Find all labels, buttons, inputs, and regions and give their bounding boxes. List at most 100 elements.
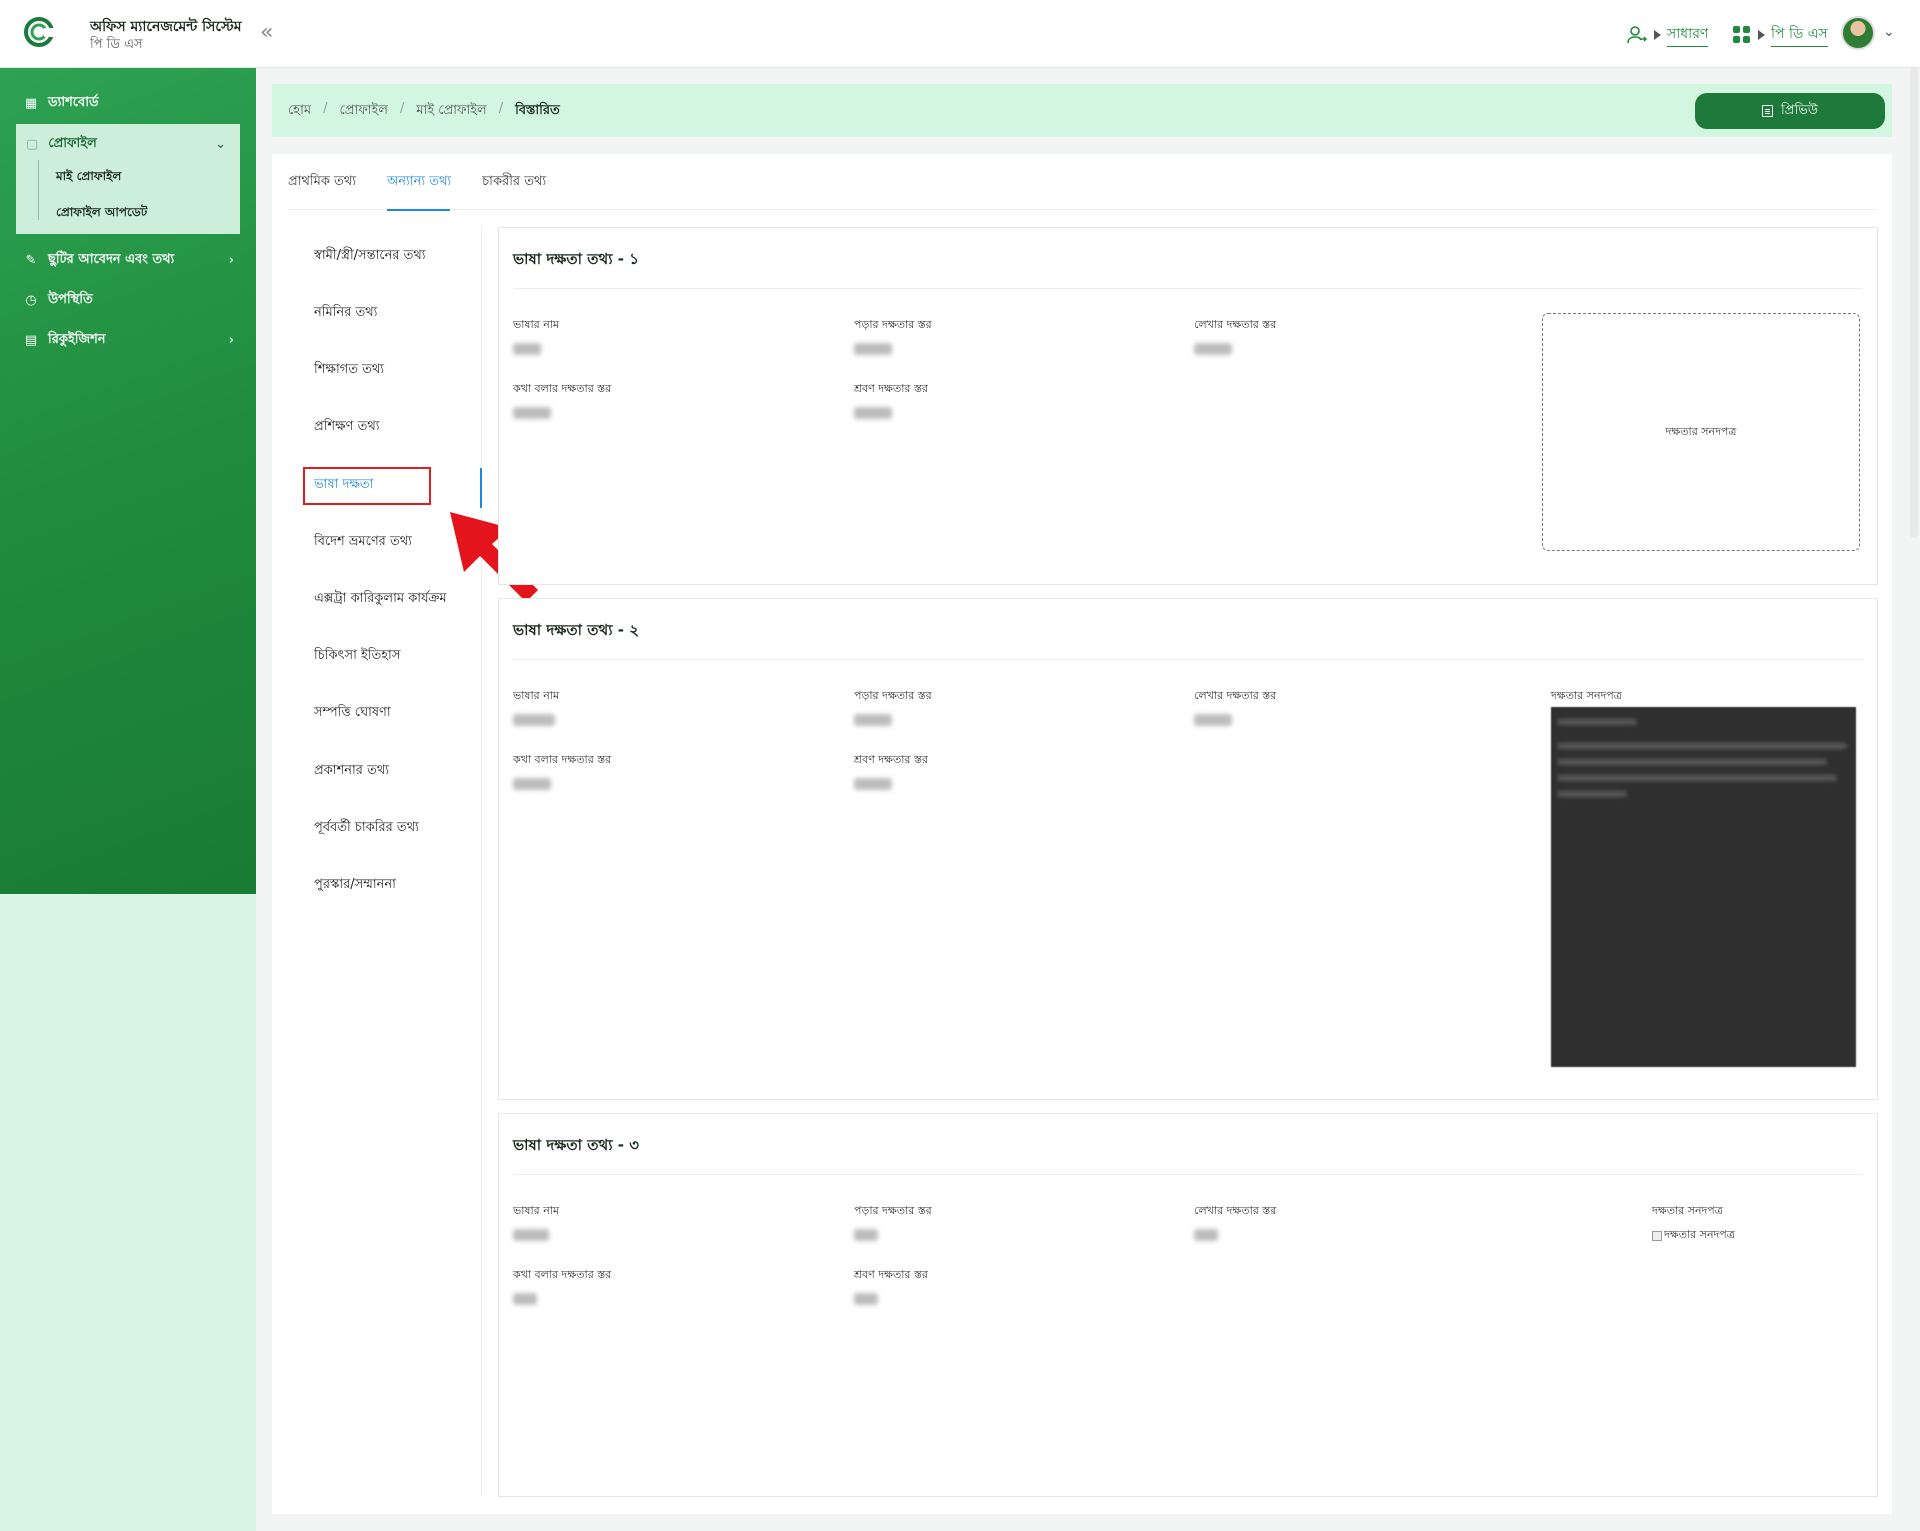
caret-right-icon	[1758, 29, 1765, 40]
redacted-value	[1194, 343, 1232, 355]
field-label-speaking: কথা বলার দক্ষতার স্তর	[513, 382, 612, 395]
redacted-value	[1194, 714, 1232, 726]
sidebar-item-requisition[interactable]: ▤ রিকুইজিশন ›	[24, 330, 234, 351]
chevron-down-icon: ⌄	[215, 137, 226, 152]
section-nav-item[interactable]: পুরস্কার/সম্মাননা	[314, 875, 396, 896]
sidebar-item-label: রিকুইজিশন	[48, 332, 106, 347]
section-nav-item[interactable]: শিক্ষাগত তথ্য	[314, 360, 384, 381]
divider	[513, 659, 1863, 660]
clock-icon: ◷	[25, 292, 37, 308]
role-switcher[interactable]: সাধারণ	[1626, 22, 1709, 47]
preview-button[interactable]: প্রিভিউ	[1695, 93, 1885, 129]
certificate-broken-image[interactable]: দক্ষতার সনদপত্র	[1652, 1226, 1735, 1245]
section-nav-item[interactable]: প্রশিক্ষণ তথ্য	[314, 417, 380, 438]
section-nav-item[interactable]: সম্পত্তি ঘোষণা	[314, 703, 391, 724]
sidebar-item-profile-update[interactable]: প্রোফাইল আপডেট	[56, 204, 147, 224]
card-title: ভাষা দক্ষতা তথ্য - ১	[513, 250, 639, 268]
field-label-reading: পড়ার দক্ষতার স্তর	[854, 318, 932, 331]
sidebar-item-label: ছুটির আবেদন এবং তথ্য	[48, 252, 175, 267]
highlight-box	[303, 467, 431, 505]
section-nav: স্বামী/স্ত্রী/সন্তানের তথ্য নমিনির তথ্য …	[288, 226, 482, 1496]
redacted-value	[854, 1229, 878, 1241]
tab-basic-info[interactable]: প্রাথমিক তথ্য	[288, 154, 371, 210]
section-nav-item[interactable]: স্বামী/স্ত্রী/সন্তানের তথ্য	[314, 246, 426, 267]
sidebar-item-label: ড্যাশবোর্ড	[48, 95, 99, 110]
redacted-value	[854, 1293, 878, 1305]
breadcrumb-bar: হোম / প্রোফাইল / মাই প্রোফাইল / বিস্তারি…	[272, 84, 1892, 137]
sidebar: ▦ ড্যাশবোর্ড ▢ প্রোফাইল ⌄ মাই প্রোফাইল প…	[0, 68, 256, 894]
language-card: ভাষা দক্ষতা তথ্য - ৩ ভাষার নাম পড়ার দক্…	[498, 1113, 1878, 1497]
tab-other-info[interactable]: অন্যান্য তথ্য	[387, 154, 466, 211]
language-card: ভাষা দক্ষতা তথ্য - ২ ভাষার নাম পড়ার দক্…	[498, 598, 1878, 1100]
chevron-right-icon: ›	[228, 253, 234, 268]
sidebar-background	[0, 894, 256, 1531]
section-nav-item[interactable]: পূর্ববর্তী চাকরির তথ্য	[314, 818, 419, 839]
field-label-speaking: কথা বলার দক্ষতার স্তর	[513, 1268, 612, 1281]
module-switcher[interactable]: পি ডি এস	[1732, 22, 1828, 47]
breadcrumb-my-profile[interactable]: মাই প্রোফাইল	[416, 101, 486, 122]
top-header: অফিস ম্যানেজমেন্ট সিস্টেম পি ডি এস « সাধ…	[0, 0, 1920, 68]
tree-line	[38, 160, 39, 220]
profile-icon: ▢	[26, 137, 39, 152]
breadcrumb-profile[interactable]: প্রোফাইল	[339, 101, 387, 122]
certificate-placeholder[interactable]: দক্ষতার সনদপত্র	[1542, 313, 1860, 551]
field-label-listening: শ্রবণ দক্ষতার স্তর	[854, 1268, 928, 1281]
section-nav-item[interactable]: নমিনির তথ্য	[314, 303, 377, 324]
breadcrumb-home[interactable]: হোম	[288, 101, 311, 122]
section-nav-item[interactable]: এক্সট্রা কারিকুলাম কার্যক্রম	[314, 589, 447, 610]
dashboard-icon: ▦	[24, 95, 38, 111]
app-subtitle: পি ডি এস	[90, 37, 143, 52]
module-link[interactable]: পি ডি এস	[1771, 22, 1828, 47]
broken-image-icon	[1652, 1230, 1662, 1241]
sidebar-item-attendance[interactable]: ◷ উপস্থিতি	[24, 290, 234, 311]
page-scrollbar[interactable]	[1910, 68, 1918, 538]
card-title: ভাষা দক্ষতা তথ্য - ৩	[513, 1136, 639, 1154]
field-label-reading: পড়ার দক্ষতার স্তর	[854, 1204, 932, 1217]
certificate-placeholder-label: দক্ষতার সনদপত্র	[1665, 424, 1737, 438]
section-nav-item[interactable]: প্রকাশনার তথ্য	[314, 761, 389, 782]
tab-job-info[interactable]: চাকরীর তথ্য	[482, 154, 561, 210]
chevron-down-icon[interactable]: ⌄	[1883, 24, 1895, 40]
redacted-value	[513, 778, 551, 790]
certificate-label: দক্ষতার সনদপত্র	[1551, 689, 1622, 702]
sidebar-group-profile: ▢ প্রোফাইল ⌄ মাই প্রোফাইল প্রোফাইল আপডেট	[16, 124, 240, 234]
redacted-value	[854, 778, 892, 790]
field-label-writing: লেখার দক্ষতার স্তর	[1194, 318, 1277, 331]
document-icon	[1762, 105, 1774, 117]
breadcrumb: হোম / প্রোফাইল / মাই প্রোফাইল / বিস্তারি…	[288, 101, 560, 122]
apps-grid-icon	[1733, 25, 1750, 43]
divider	[513, 288, 1863, 289]
requisition-icon: ▤	[24, 332, 38, 348]
sidebar-item-leave[interactable]: ✎ ছুটির আবেদন এবং তথ্য ›	[24, 250, 234, 271]
sidebar-item-dashboard[interactable]: ▦ ড্যাশবোর্ড	[24, 93, 234, 114]
field-label-listening: শ্রবণ দক্ষতার স্তর	[854, 753, 928, 766]
field-label-language: ভাষার নাম	[513, 1204, 560, 1217]
collapse-sidebar-icon[interactable]: «	[260, 20, 273, 45]
section-nav-item[interactable]: বিদেশ ভ্রমণের তথ্য	[314, 532, 412, 553]
field-label-writing: লেখার দক্ষতার স্তর	[1194, 1204, 1277, 1217]
redacted-value	[854, 343, 892, 355]
avatar[interactable]	[1841, 16, 1875, 50]
certificate-image[interactable]	[1551, 707, 1856, 1067]
redacted-value	[1194, 1229, 1218, 1241]
field-label-listening: শ্রবণ দক্ষতার স্তর	[854, 382, 928, 395]
role-link[interactable]: সাধারণ	[1667, 22, 1709, 47]
sidebar-item-label: প্রোফাইল	[48, 136, 97, 151]
breadcrumb-separator: /	[323, 101, 328, 116]
redacted-value	[854, 714, 892, 726]
chevron-right-icon: ›	[228, 333, 234, 348]
tab-bar: প্রাথমিক তথ্য অন্যান্য তথ্য চাকরীর তথ্য	[288, 154, 1878, 211]
breadcrumb-current: বিস্তারিত	[515, 103, 560, 118]
sidebar-item-profile[interactable]: ▢ প্রোফাইল ⌄	[26, 134, 226, 155]
card-title: ভাষা দক্ষতা তথ্য - ২	[513, 621, 639, 639]
field-label-reading: পড়ার দক্ষতার স্তর	[854, 689, 932, 702]
preview-button-label: প্রিভিউ	[1781, 102, 1818, 118]
section-nav-item[interactable]: চিকিৎসা ইতিহাস	[314, 646, 400, 667]
field-label-language: ভাষার নাম	[513, 318, 560, 331]
sidebar-item-my-profile[interactable]: মাই প্রোফাইল	[56, 168, 121, 188]
redacted-value	[513, 407, 551, 419]
sidebar-item-label: উপস্থিতি	[48, 292, 93, 307]
leave-icon: ✎	[25, 252, 37, 268]
active-indicator	[480, 468, 482, 508]
redacted-value	[513, 1293, 537, 1305]
